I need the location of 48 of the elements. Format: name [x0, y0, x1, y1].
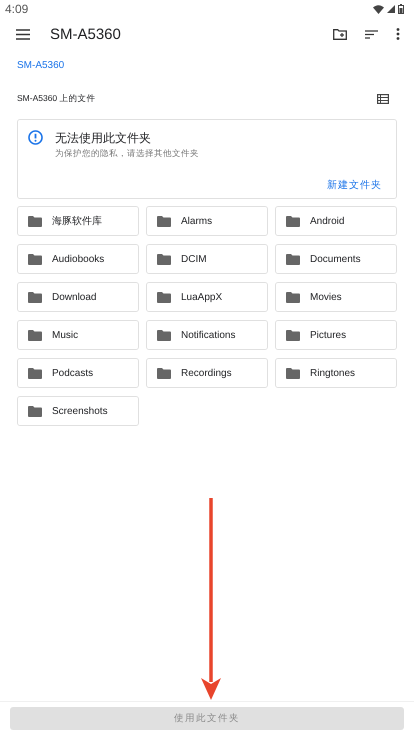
- folder-icon: [28, 216, 42, 226]
- menu-icon[interactable]: [16, 28, 30, 40]
- battery-icon: [398, 4, 404, 14]
- list-view-icon[interactable]: [377, 94, 389, 104]
- folder-item[interactable]: DCIM: [146, 244, 268, 274]
- folder-icon: [157, 292, 171, 302]
- breadcrumb-link[interactable]: SM-A5360: [0, 50, 414, 71]
- folder-item[interactable]: Ringtones: [275, 358, 397, 388]
- new-folder-link[interactable]: 新建文件夹: [327, 160, 382, 192]
- folder-item[interactable]: LuaAppX: [146, 282, 268, 312]
- info-icon: [28, 130, 43, 145]
- sort-icon[interactable]: [365, 30, 378, 38]
- folder-icon: [157, 368, 171, 378]
- folder-item[interactable]: Notifications: [146, 320, 268, 350]
- folder-item[interactable]: Podcasts: [17, 358, 139, 388]
- signal-icon: [387, 5, 395, 13]
- notice-title: 无法使用此文件夹: [55, 130, 152, 147]
- folder-icon: [286, 216, 300, 226]
- folder-item[interactable]: Documents: [275, 244, 397, 274]
- section-title: SM-A5360 上的文件: [17, 93, 96, 105]
- toolbar-title: SM-A5360: [50, 26, 122, 42]
- folder-item[interactable]: 海豚软件库: [17, 206, 139, 236]
- folder-item[interactable]: Alarms: [146, 206, 268, 236]
- folder-icon: [286, 368, 300, 378]
- folder-icon: [157, 330, 171, 340]
- folder-icon: [28, 254, 42, 264]
- folder-item[interactable]: Audiobooks: [17, 244, 139, 274]
- notice-message: 为保护您的隐私，请选择其他文件夹: [55, 148, 199, 160]
- folder-icon: [286, 292, 300, 302]
- folder-icon: [286, 254, 300, 264]
- folder-item[interactable]: Pictures: [275, 320, 397, 350]
- folder-item[interactable]: Movies: [275, 282, 397, 312]
- folder-icon: [157, 254, 171, 264]
- folder-item[interactable]: Music: [17, 320, 139, 350]
- folder-item[interactable]: Recordings: [146, 358, 268, 388]
- folder-icon: [28, 292, 42, 302]
- folder-item[interactable]: Android: [275, 206, 397, 236]
- status-time: 4:09: [5, 2, 28, 16]
- new-folder-icon[interactable]: [333, 28, 347, 40]
- more-icon[interactable]: [396, 28, 400, 40]
- wifi-icon: [373, 4, 384, 14]
- folder-icon: [157, 216, 171, 226]
- folder-icon: [28, 406, 42, 416]
- folder-icon: [28, 330, 42, 340]
- folder-item[interactable]: Download: [17, 282, 139, 312]
- folder-icon: [28, 368, 42, 378]
- folder-icon: [286, 330, 300, 340]
- folder-item[interactable]: Screenshots: [17, 396, 139, 426]
